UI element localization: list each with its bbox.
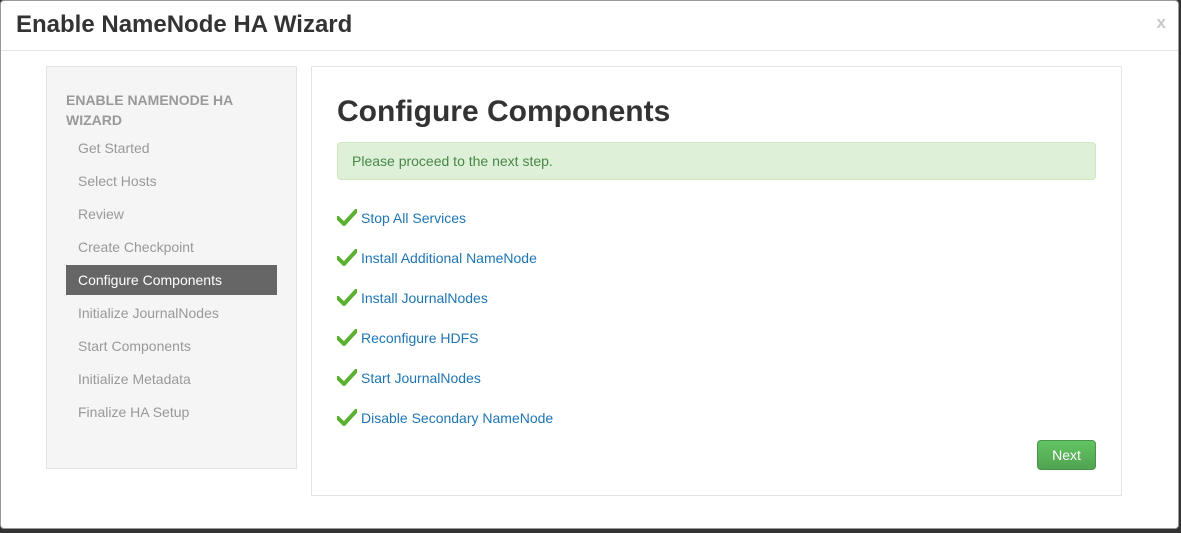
wizard-steps: Get Started Select Hosts Review Create C…	[66, 133, 277, 430]
wizard-content: Configure Components Please proceed to t…	[311, 66, 1122, 496]
step-initialize-metadata: Initialize Metadata	[78, 371, 191, 387]
close-button[interactable]: x	[1157, 13, 1166, 33]
task-link-disable-secondary-namenode[interactable]: Disable Secondary NameNode	[361, 407, 553, 429]
task-link-install-journalnodes[interactable]: Install JournalNodes	[361, 287, 488, 309]
step-review: Review	[78, 206, 124, 222]
step-select-hosts: Select Hosts	[78, 173, 157, 189]
modal-header: Enable NameNode HA Wizard x	[1, 1, 1178, 51]
step-configure-components: Configure Components	[66, 265, 277, 295]
task-list: Stop All Services Install Additional Nam…	[337, 207, 553, 447]
task-item: Install Additional NameNode	[337, 247, 553, 287]
wizard-modal: Enable NameNode HA Wizard x ENABLE NAMEN…	[0, 0, 1179, 529]
check-icon	[337, 369, 357, 386]
step-initialize-journalnodes: Initialize JournalNodes	[78, 305, 219, 321]
check-icon	[337, 249, 357, 266]
step-get-started: Get Started	[78, 140, 150, 156]
task-link-start-journalnodes[interactable]: Start JournalNodes	[361, 367, 481, 389]
task-item: Start JournalNodes	[337, 367, 553, 407]
modal-title: Enable NameNode HA Wizard	[16, 11, 353, 38]
step-create-checkpoint: Create Checkpoint	[78, 239, 194, 255]
task-item: Disable Secondary NameNode	[337, 407, 553, 447]
step-start-components: Start Components	[78, 338, 191, 354]
task-link-reconfigure-hdfs[interactable]: Reconfigure HDFS	[361, 327, 479, 349]
check-icon	[337, 409, 357, 426]
task-link-install-additional-namenode[interactable]: Install Additional NameNode	[361, 247, 537, 269]
task-link-stop-all-services[interactable]: Stop All Services	[361, 207, 466, 229]
check-icon	[337, 209, 357, 226]
task-item: Install JournalNodes	[337, 287, 553, 327]
sidebar-header: ENABLE NAMENODE HA WIZARD	[66, 92, 233, 128]
task-item: Stop All Services	[337, 207, 553, 247]
task-item: Reconfigure HDFS	[337, 327, 553, 367]
step-finalize-ha-setup: Finalize HA Setup	[78, 404, 190, 420]
next-button[interactable]: Next	[1037, 440, 1096, 470]
wizard-sidebar: ENABLE NAMENODE HA WIZARD Get Started Se…	[46, 66, 297, 469]
check-icon	[337, 289, 357, 306]
check-icon	[337, 329, 357, 346]
page-title: Configure Components	[337, 95, 671, 128]
success-alert: Please proceed to the next step.	[337, 142, 1096, 180]
